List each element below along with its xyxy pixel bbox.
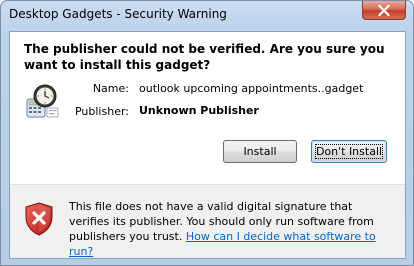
security-warning-dialog: Desktop Gadgets - Security Warning The p… xyxy=(0,0,414,266)
warning-message: This file does not have a valid digital … xyxy=(69,199,394,259)
name-label: Name: xyxy=(92,82,129,95)
gadget-name-value: outlook upcoming appointments..gadget xyxy=(139,82,364,95)
install-button-label: Install xyxy=(243,145,277,158)
dont-install-button-label: Don't Install xyxy=(315,145,383,158)
close-icon xyxy=(378,4,390,16)
title-bar[interactable]: Desktop Gadgets - Security Warning xyxy=(1,1,413,31)
install-button[interactable]: Install xyxy=(223,140,297,163)
warning-footer: This file does not have a valid digital … xyxy=(10,185,405,258)
close-button[interactable] xyxy=(362,1,406,20)
window-title: Desktop Gadgets - Security Warning xyxy=(9,7,227,21)
gadget-clock-calculator-icon xyxy=(26,84,59,118)
publisher-label: Publisher: xyxy=(74,105,129,118)
dialog-body: The publisher could not be verified. Are… xyxy=(9,31,406,259)
publisher-value: Unknown Publisher xyxy=(139,104,259,117)
dont-install-button[interactable]: Don't Install xyxy=(311,140,387,163)
security-shield-x-icon xyxy=(25,202,53,236)
confirmation-question: The publisher could not be verified. Are… xyxy=(24,42,385,72)
main-panel: The publisher could not be verified. Are… xyxy=(10,32,405,184)
